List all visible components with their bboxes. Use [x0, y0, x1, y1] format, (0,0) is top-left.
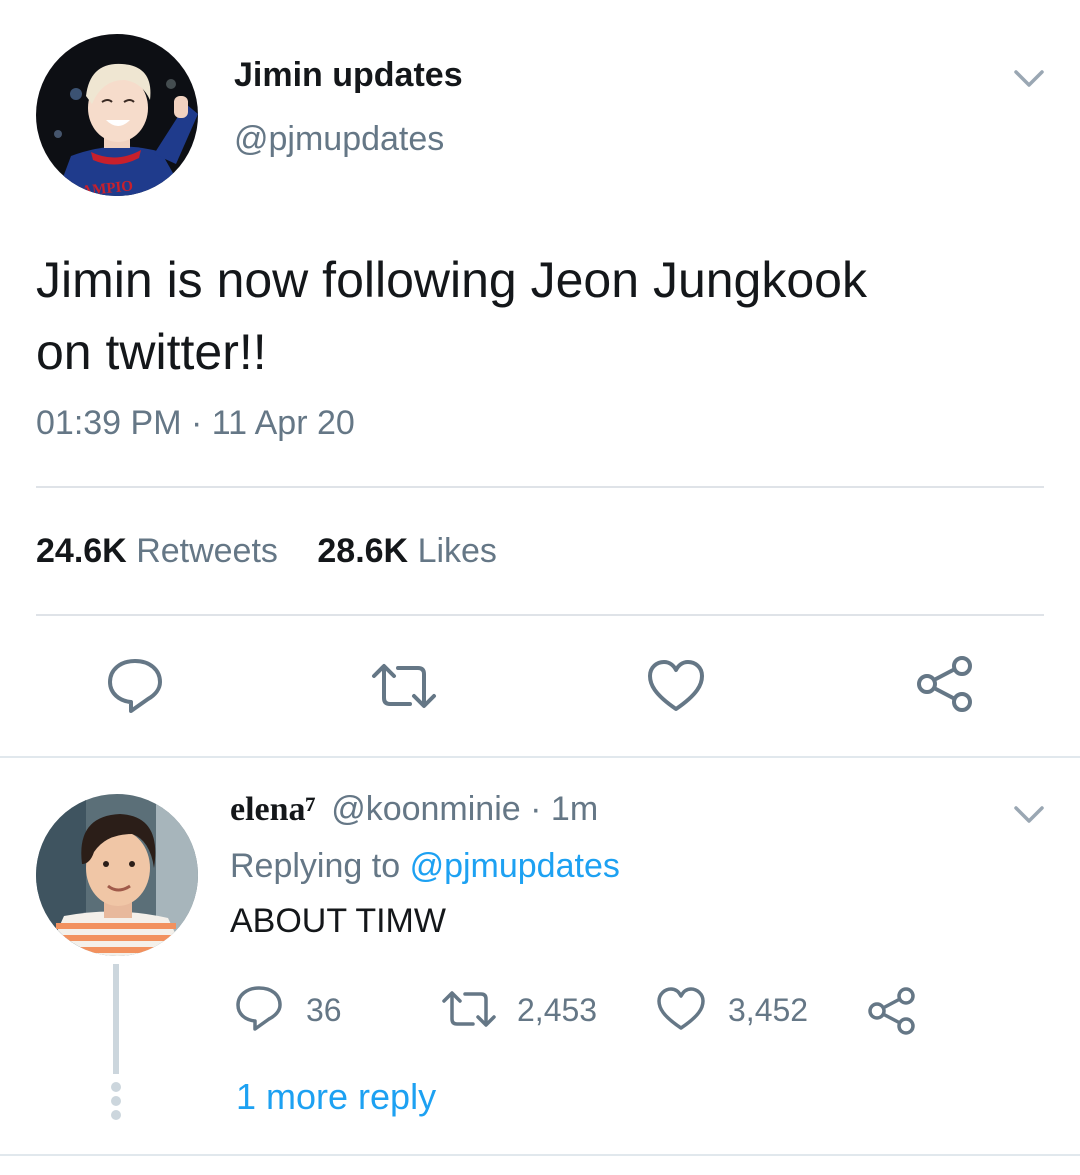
chevron-down-icon — [1014, 806, 1044, 823]
author-handle[interactable]: @pjmupdates — [234, 120, 444, 159]
reply-button[interactable] — [104, 655, 166, 715]
tweet-text-line-2: on twitter!! — [36, 324, 267, 380]
reply-retweet-button[interactable]: 2,453 — [440, 988, 610, 1032]
reply-author-name[interactable]: elena⁷ — [230, 791, 316, 828]
likes-stat[interactable]: 28.6K Likes — [317, 532, 497, 570]
tweet-timestamp[interactable]: 01:39 PM · 11 Apr 20 — [36, 404, 355, 443]
chevron-down-icon — [1014, 70, 1044, 87]
tweet-stats: 24.6K Retweets 28.6K Likes — [36, 532, 497, 571]
reply-like-button[interactable]: 3,452 — [656, 986, 826, 1034]
tweet-text: Jimin is now following Jeon Jungkook on … — [36, 244, 867, 388]
author-name[interactable]: Jimin updates — [234, 56, 463, 95]
reply-reply-count: 36 — [306, 992, 342, 1028]
likes-count: 28.6K — [317, 532, 409, 570]
replying-prefix: Replying to — [230, 847, 401, 885]
divider — [36, 486, 1044, 488]
author-avatar[interactable]: AMPIO — [36, 34, 198, 196]
reply-author-handle[interactable]: @koonminie — [331, 790, 521, 828]
reply-author-avatar[interactable] — [36, 794, 198, 956]
retweets-stat[interactable]: 24.6K Retweets — [36, 532, 287, 570]
reply-reply-button[interactable]: 36 — [234, 984, 354, 1034]
share-icon — [917, 656, 972, 712]
reply-share-button[interactable] — [866, 986, 918, 1036]
reply-header: elena⁷ @koonminie · 1m — [230, 790, 598, 829]
retweet-icon — [442, 991, 496, 1027]
reply-menu-button[interactable] — [1012, 800, 1046, 830]
reply-icon — [236, 986, 282, 1031]
like-icon — [648, 660, 704, 711]
reply-time[interactable]: · 1m — [530, 790, 598, 828]
thread-dots — [111, 1082, 121, 1120]
like-icon — [657, 987, 705, 1030]
share-button[interactable] — [914, 654, 976, 714]
replying-to: Replying to @pjmupdates — [230, 847, 620, 886]
likes-label: Likes — [417, 532, 497, 570]
more-replies-link[interactable]: 1 more reply — [236, 1076, 436, 1118]
tweet-menu-button[interactable] — [1012, 64, 1046, 94]
replying-handle-link[interactable]: @pjmupdates — [410, 847, 620, 885]
reply-icon — [108, 659, 162, 713]
reply-text: ABOUT TIMW — [230, 902, 446, 940]
retweets-count: 24.6K — [36, 532, 127, 570]
retweet-icon — [372, 664, 436, 708]
divider — [36, 614, 1044, 616]
retweets-label: Retweets — [136, 532, 278, 570]
reply-retweet-count: 2,453 — [517, 992, 598, 1028]
like-button[interactable] — [646, 658, 706, 714]
share-icon — [868, 987, 915, 1035]
retweet-button[interactable] — [368, 660, 440, 712]
reply-like-count: 3,452 — [728, 992, 809, 1028]
thread-line — [113, 964, 119, 1074]
tweet-text-line-1: Jimin is now following Jeon Jungkook — [36, 252, 867, 308]
section-divider — [0, 756, 1080, 758]
bottom-divider — [0, 1154, 1080, 1156]
